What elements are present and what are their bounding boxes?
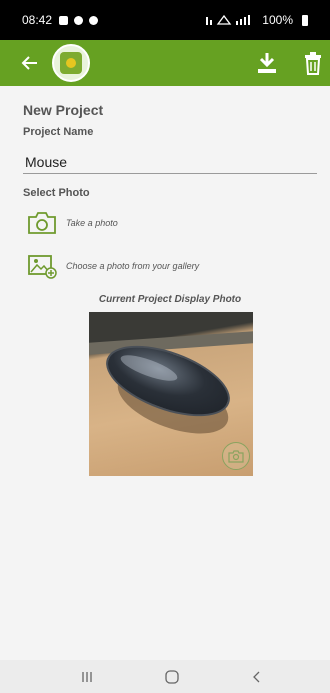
take-photo-option[interactable]: Take a photo	[26, 210, 118, 236]
gallery-notification-icon	[59, 15, 69, 25]
trash-icon	[305, 52, 321, 75]
status-notification-icons	[59, 15, 99, 25]
camera-icon	[228, 450, 244, 463]
recents-button[interactable]	[67, 664, 107, 690]
project-name-input[interactable]	[23, 150, 317, 174]
change-photo-button[interactable]	[222, 442, 250, 470]
home-icon	[165, 670, 179, 684]
status-time: 08:42	[22, 13, 53, 27]
signal-icons	[206, 14, 251, 25]
arrow-left-icon	[21, 56, 37, 70]
take-photo-label: Take a photo	[66, 218, 118, 228]
system-nav-bar	[0, 660, 330, 693]
project-name-label: Project Name	[23, 126, 94, 138]
camera-icon	[28, 212, 56, 234]
app-logo	[52, 44, 90, 82]
select-photo-label: Select Photo	[23, 187, 90, 199]
status-bar: 08:42 100%	[0, 0, 330, 40]
download-button[interactable]	[256, 50, 278, 76]
battery-percent: 100%	[262, 13, 293, 27]
app-bar	[0, 40, 330, 86]
download-icon	[258, 53, 276, 73]
nav-back-icon	[253, 671, 260, 683]
battery-icon	[302, 14, 308, 26]
gallery-option[interactable]: Choose a photo from your gallery	[26, 253, 199, 279]
current-photo-caption: Current Project Display Photo	[98, 294, 242, 305]
home-button[interactable]	[152, 664, 192, 690]
app-logo-icon	[60, 52, 82, 74]
location-notification-icon	[74, 15, 84, 25]
page-title: New Project	[23, 102, 104, 118]
status-right-icons: 100%	[206, 13, 308, 27]
gallery-label: Choose a photo from your gallery	[66, 261, 200, 271]
chat-notification-icon	[89, 15, 99, 25]
back-button[interactable]	[18, 51, 42, 75]
new-project-form: New Project Project Name Select Photo Ta…	[0, 86, 330, 660]
delete-button[interactable]	[302, 50, 324, 76]
recents-icon	[82, 672, 92, 682]
nav-back-button[interactable]	[237, 664, 277, 690]
add-photo-icon	[28, 255, 57, 279]
